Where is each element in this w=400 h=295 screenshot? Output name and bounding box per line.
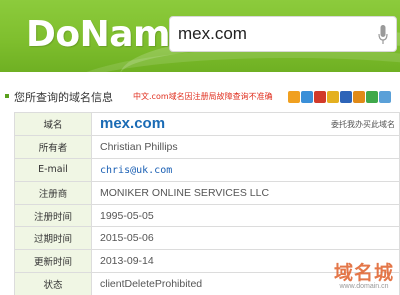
site-header: DoName mex.com — [0, 0, 400, 72]
row-label: 域名 — [14, 112, 92, 136]
table-row: 所有者 Christian Phillips — [14, 134, 400, 159]
warning-note[interactable]: 中文.com域名因注册局故障查询不准确 — [133, 91, 273, 102]
search-box[interactable]: mex.com — [169, 16, 397, 52]
share-icon[interactable] — [366, 91, 378, 103]
registered-date-value: 1995-05-05 — [91, 203, 400, 228]
row-label: 过期时间 — [14, 226, 92, 251]
domain-info-bar: 您所查询的域名信息 中文.com域名因注册局故障查询不准确 — [0, 86, 400, 108]
email-value[interactable]: chris@uk.com — [100, 165, 172, 176]
owner-value: Christian Phillips — [91, 134, 400, 159]
facebook-icon[interactable] — [340, 91, 352, 103]
row-label: 注册时间 — [14, 203, 92, 228]
renren-icon[interactable] — [314, 91, 326, 103]
row-label: 更新时间 — [14, 249, 92, 274]
row-value: mex.com 委托我办买此域名 — [91, 112, 400, 136]
table-row: E-mail chris@uk.com — [14, 157, 400, 182]
search-input[interactable]: mex.com — [178, 24, 247, 44]
section-title: 您所查询的域名信息 — [14, 91, 113, 104]
row-label: E-mail — [14, 157, 92, 182]
sina-weibo-icon[interactable] — [301, 91, 313, 103]
registrar-value: MONIKER ONLINE SERVICES LLC — [91, 180, 400, 205]
expiry-date-value: 2015-05-06 — [91, 226, 400, 251]
row-label: 状态 — [14, 272, 92, 295]
row-label: 所有者 — [14, 134, 92, 159]
qzone-icon[interactable] — [288, 91, 300, 103]
kaixin-icon[interactable] — [327, 91, 339, 103]
row-value: chris@uk.com — [91, 157, 400, 182]
plus-icon[interactable] — [379, 91, 391, 103]
watermark: 域名城 www.domain.cn — [334, 258, 394, 290]
bullet-icon — [5, 94, 9, 98]
table-row: 过期时间 2015-05-06 — [14, 226, 400, 251]
watermark-logo: 域名城 — [334, 262, 395, 284]
row-label: 注册商 — [14, 180, 92, 205]
table-row: 注册商 MONIKER ONLINE SERVICES LLC — [14, 180, 400, 205]
douban-icon[interactable] — [353, 91, 365, 103]
domain-name-value[interactable]: mex.com — [100, 115, 165, 132]
table-row: 域名 mex.com 委托我办买此域名 — [14, 112, 400, 136]
buy-domain-link[interactable]: 委托我办买此域名 — [331, 119, 395, 130]
table-row: 注册时间 1995-05-05 — [14, 203, 400, 228]
microphone-icon[interactable] — [378, 25, 388, 45]
share-toolbar — [288, 91, 391, 104]
